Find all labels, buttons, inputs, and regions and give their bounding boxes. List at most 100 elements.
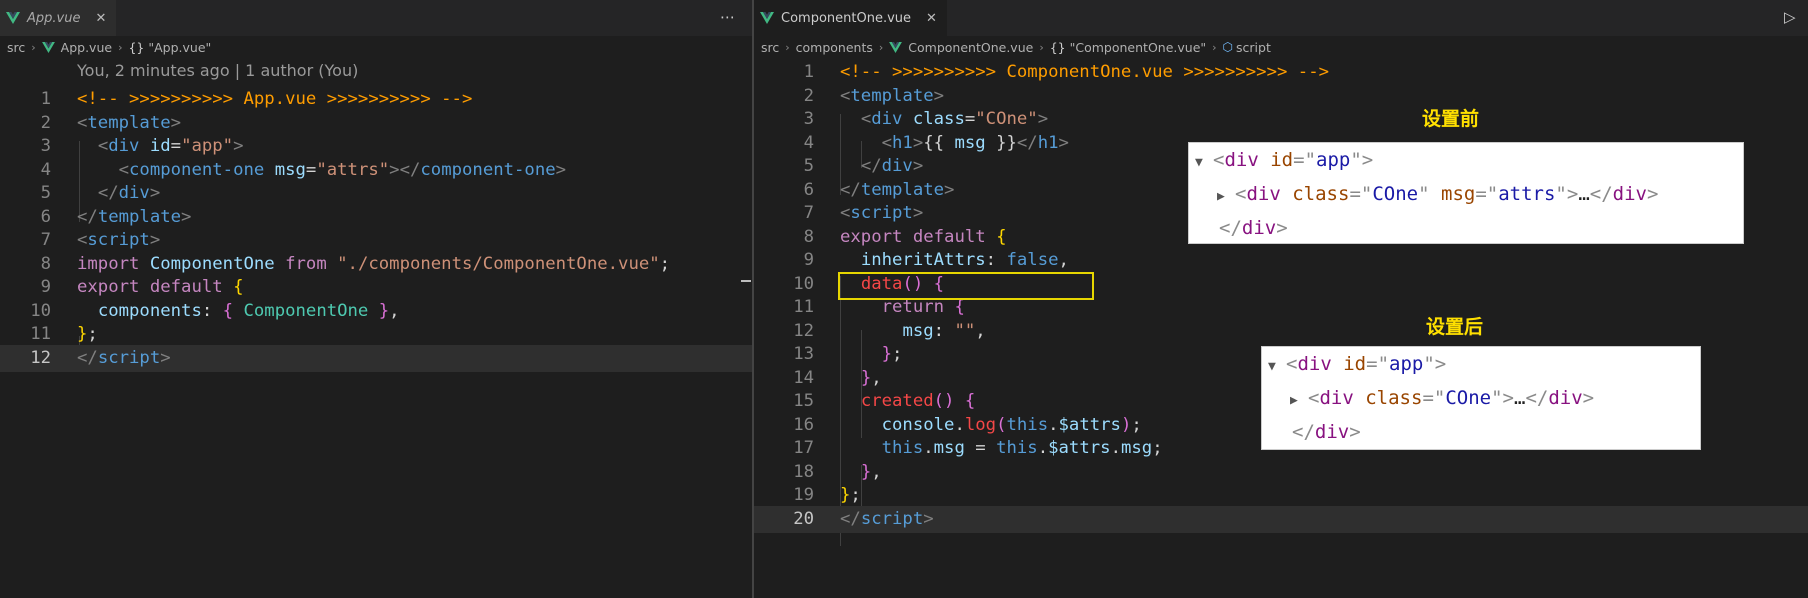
dom-token: div (1319, 387, 1354, 409)
vue-file-icon (889, 41, 903, 53)
code-token: default (912, 226, 986, 247)
code-token: , (389, 300, 400, 321)
dom-row[interactable]: ▶ <div class="COne">…</div> (1262, 381, 1594, 415)
run-icon[interactable]: ▷ (1784, 8, 1796, 26)
dom-token: =" (1422, 387, 1446, 409)
code-token: <!-- >>>>>>>>>> ComponentOne.vue >>>>>>>… (840, 62, 1329, 82)
code-token: return (881, 297, 945, 317)
dom-token: COne (1445, 387, 1492, 409)
code-token: id (149, 136, 171, 156)
breadcrumb-file[interactable]: ComponentOne.vue (908, 40, 1033, 55)
dom-token: > (1582, 387, 1595, 409)
code-token: . (1048, 414, 1059, 435)
dom-token: > (1349, 421, 1361, 443)
close-icon[interactable]: ✕ (926, 11, 937, 26)
code-token: ComponentOne (243, 300, 369, 321)
dom-token: < (1286, 353, 1298, 375)
tab-componentone-vue[interactable]: ComponentOne.vue ✕ (754, 0, 947, 36)
breadcrumb-symbol[interactable]: "App.vue" (148, 40, 211, 55)
code-token: </ (97, 183, 119, 203)
dom-token: msg (1441, 183, 1476, 205)
code-line[interactable]: 12 </script> (0, 344, 752, 372)
tab-app-vue[interactable]: App.vue ✕ (0, 0, 117, 36)
code-token: inheritAttrs (860, 250, 986, 270)
code-token: < (77, 112, 88, 133)
triangle-down-icon[interactable]: ▼ (1195, 146, 1213, 180)
triangle-right-icon[interactable]: ▶ (1290, 384, 1308, 418)
dom-row[interactable]: ▼ <div id="app"> (1189, 143, 1373, 177)
dom-node-text: <div class="COne" msg="attrs">…</div> (1235, 183, 1658, 205)
dom-token: app (1316, 149, 1351, 171)
more-actions-icon[interactable]: ⋯ (720, 8, 735, 26)
dom-panel-after: ▼ <div id="app"> ▶ <div class="COne">…</di… (1261, 346, 1701, 450)
code-token: ; (892, 344, 903, 364)
dom-row[interactable]: ▶ <div class="COne" msg="attrs">…</div> (1189, 177, 1658, 211)
breadcrumb-symbol[interactable]: "ComponentOne.vue" (1070, 40, 1207, 55)
dom-token (1281, 183, 1292, 205)
dom-token: > (1276, 217, 1288, 239)
code-token: "COne" (975, 109, 1038, 129)
dom-token: > (1646, 183, 1659, 205)
code-token: component-one (129, 159, 265, 180)
code-token: default (149, 277, 223, 297)
code-token: } (77, 324, 88, 344)
code-token: . (954, 414, 965, 435)
dom-token: id (1270, 149, 1294, 171)
dom-token (1332, 353, 1343, 375)
tab-bar-right: ComponentOne.vue ✕ ▷ (754, 0, 1808, 36)
git-lens-annotation[interactable]: You, 2 minutes ago | 1 author (You) (77, 58, 358, 84)
code-token: } (860, 367, 872, 388)
editor-left: App.vue ✕ ⋯ src › App.vue › {} "App.vue"… (0, 0, 752, 598)
dom-token: div (1246, 183, 1281, 205)
dom-node-text: </div> (1219, 217, 1288, 239)
dom-panel-before: ▼ <div id="app"> ▶ <div class="COne" msg="… (1188, 142, 1744, 244)
code-token: msg (1120, 438, 1153, 458)
code-token: ; (850, 485, 861, 505)
breadcrumb-file[interactable]: App.vue (61, 40, 112, 55)
code-token: div (118, 183, 150, 203)
code-token: }} (985, 132, 1017, 153)
code-token: div (871, 109, 903, 129)
dom-row[interactable]: </div> (1262, 415, 1361, 449)
dom-row[interactable]: </div> (1189, 211, 1288, 245)
triangle-down-icon[interactable]: ▼ (1268, 350, 1286, 384)
code-token: = (305, 159, 317, 180)
breadcrumb-src[interactable]: src (761, 40, 779, 55)
dom-node-text: <div id="app"> (1286, 353, 1446, 375)
code-token: . (1037, 438, 1049, 458)
code-token: ; (1131, 414, 1142, 435)
code-token: > (149, 183, 161, 203)
close-icon[interactable]: ✕ (95, 11, 106, 26)
dom-row[interactable]: ▼ <div id="app"> (1262, 347, 1446, 381)
triangle-right-icon[interactable]: ▶ (1217, 180, 1235, 214)
code-token: h1 (1037, 132, 1059, 153)
code-token: > (555, 159, 567, 180)
code-token: { (233, 277, 244, 297)
line-number: 12 (30, 347, 51, 368)
scrollbar-marker[interactable] (741, 280, 751, 282)
code-token: msg (902, 320, 934, 341)
code-token: < (840, 85, 851, 106)
dom-node-text: <div class="COne">…</div> (1308, 387, 1594, 409)
code-token: , (1058, 250, 1069, 270)
cube-icon: ⬡ (1222, 40, 1234, 54)
dom-token: attrs (1498, 183, 1556, 205)
vue-file-icon (760, 12, 774, 24)
code-token: template (87, 112, 171, 133)
breadcrumb-section[interactable]: script (1236, 40, 1271, 55)
code-line[interactable]: 20 </script> (754, 505, 1808, 533)
code-token: , (975, 320, 986, 341)
breadcrumb-folder[interactable]: components (796, 40, 873, 55)
code-token: this (881, 438, 924, 458)
breadcrumb-src[interactable]: src (7, 40, 25, 55)
code-token: script (860, 508, 924, 529)
code-token: msg (274, 159, 306, 180)
code-token: < (860, 109, 872, 129)
